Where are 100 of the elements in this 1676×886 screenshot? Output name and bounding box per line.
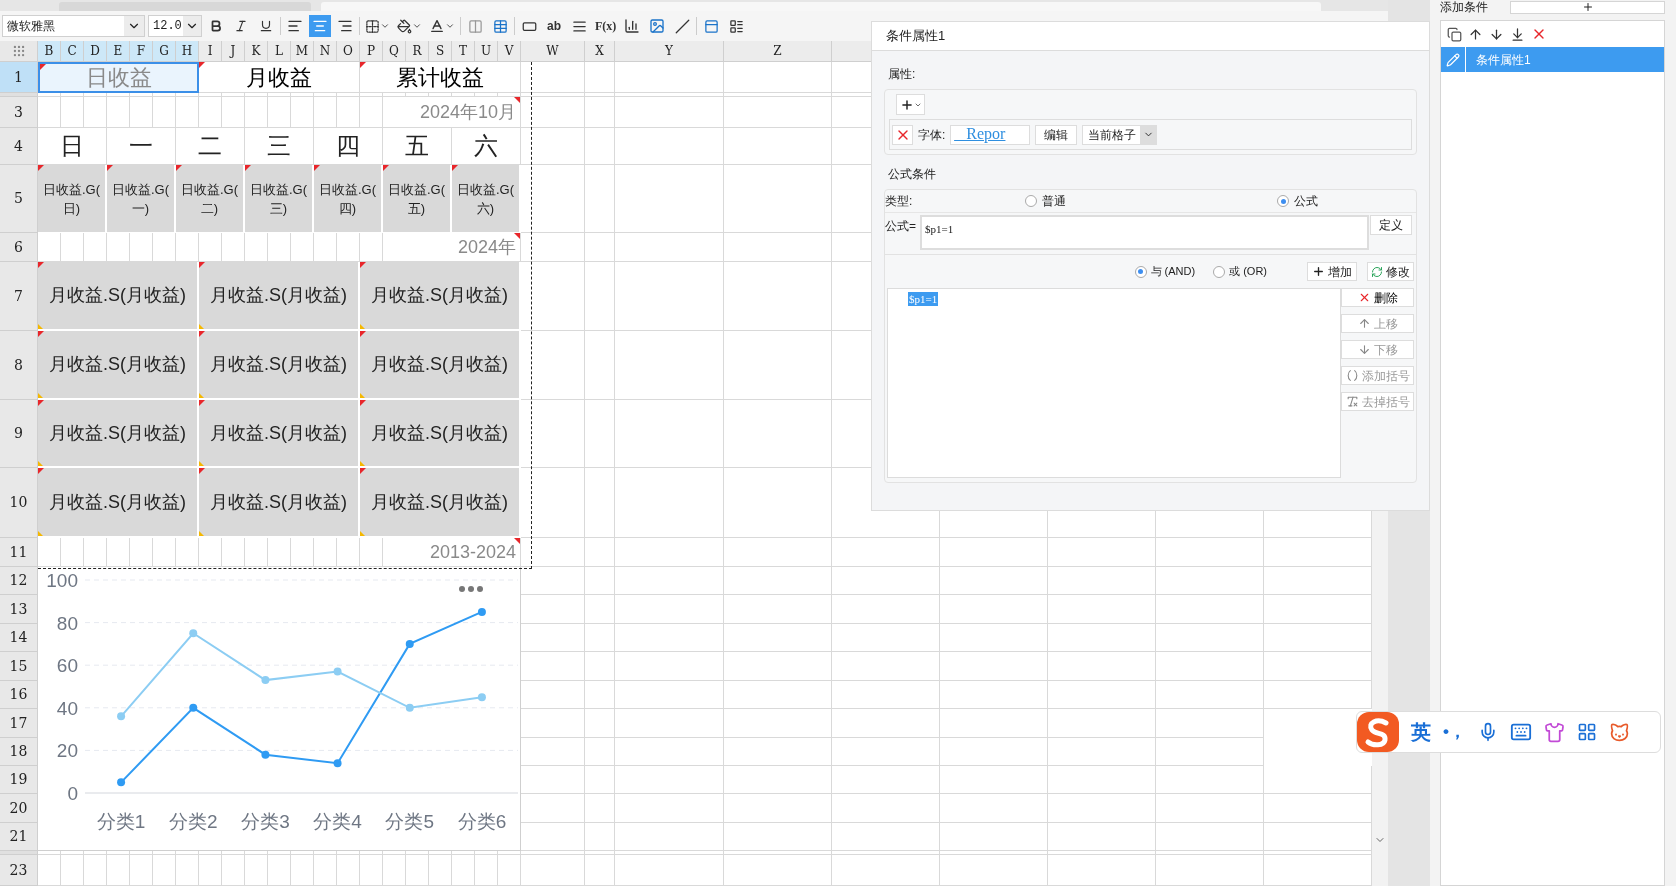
grid-cell[interactable] — [245, 855, 268, 886]
grid-cell[interactable] — [1264, 766, 1372, 794]
grid-cell[interactable] — [222, 233, 245, 262]
grid-cell[interactable] — [724, 595, 832, 624]
up-arrow-icon[interactable] — [1468, 26, 1483, 42]
grid-cell[interactable] — [585, 128, 615, 165]
grid-cell[interactable] — [615, 62, 724, 93]
grid-cell[interactable] — [61, 855, 84, 886]
grid-cell[interactable] — [521, 855, 585, 886]
modify-button[interactable]: 修改 — [1367, 262, 1414, 281]
grid-cell[interactable] — [585, 595, 615, 624]
column-header[interactable]: I — [199, 41, 222, 62]
grid-cell[interactable] — [38, 855, 61, 886]
grid-cell[interactable] — [291, 233, 314, 262]
font-size-select[interactable]: 12.0 — [148, 15, 202, 37]
row-header[interactable]: 9 — [0, 400, 38, 468]
grid-cell[interactable] — [153, 851, 176, 855]
grid-cell[interactable] — [724, 567, 832, 595]
grid-cell[interactable] — [585, 823, 615, 851]
row-header[interactable]: 6 — [0, 233, 38, 262]
grid-cell[interactable] — [724, 681, 832, 709]
grid-cell[interactable] — [314, 97, 337, 128]
grid-cell[interactable] — [38, 233, 61, 262]
grid-cell[interactable] — [199, 851, 222, 855]
grid-cell[interactable] — [724, 468, 832, 538]
grid-cell[interactable] — [360, 93, 383, 97]
row-header[interactable]: 8 — [0, 331, 38, 400]
row-header[interactable]: 21 — [0, 823, 38, 851]
grid-cell[interactable] — [268, 97, 291, 128]
grid-cell[interactable] — [153, 233, 176, 262]
grid-cell[interactable] — [724, 855, 832, 886]
grid-cell[interactable] — [832, 823, 940, 851]
grid-cell[interactable] — [521, 794, 585, 823]
copy-icon[interactable] — [1447, 26, 1462, 42]
grid-cell[interactable] — [360, 233, 383, 262]
grid-cell[interactable] — [406, 851, 429, 855]
grid-cell[interactable] — [1156, 766, 1264, 794]
grid-cell[interactable] — [475, 855, 498, 886]
row-header[interactable]: 14 — [0, 624, 38, 652]
grid-cell[interactable] — [615, 595, 724, 624]
grid-cell[interactable] — [521, 766, 585, 794]
grid-cell[interactable] — [429, 93, 452, 97]
row-header[interactable]: 11 — [0, 538, 38, 567]
formula-button[interactable]: F(x) — [593, 15, 619, 37]
grid-cell[interactable] — [521, 567, 585, 595]
text-tool-button[interactable]: ab — [543, 15, 565, 37]
grid-cell[interactable] — [61, 851, 84, 855]
grid-cell[interactable] — [940, 681, 1048, 709]
grid-cell[interactable] — [176, 93, 199, 97]
row-header[interactable]: 15 — [0, 652, 38, 681]
column-header[interactable]: J — [222, 41, 245, 62]
grid-cell[interactable] — [832, 538, 940, 567]
grid-cell[interactable] — [832, 567, 940, 595]
grid-cell[interactable] — [84, 855, 107, 886]
grid-cell[interactable] — [153, 93, 176, 97]
grid-cell[interactable] — [521, 538, 585, 567]
grid-cell[interactable] — [585, 400, 615, 468]
grid-cell[interactable] — [724, 400, 832, 468]
grid-cell[interactable] — [1048, 794, 1156, 823]
grid-cell[interactable] — [1156, 851, 1264, 855]
grid-cell[interactable] — [724, 823, 832, 851]
grid-cell[interactable] — [383, 93, 406, 97]
row-header[interactable]: 23 — [0, 855, 38, 886]
grid-cell[interactable] — [615, 823, 724, 851]
grid-cell[interactable] — [724, 262, 832, 331]
grid-cell[interactable] — [724, 794, 832, 823]
column-header[interactable]: H — [176, 41, 199, 62]
row-header[interactable]: 5 — [0, 165, 38, 233]
grid-cell[interactable] — [1264, 855, 1372, 886]
column-header[interactable]: Z — [724, 41, 832, 62]
grid-cell[interactable] — [1048, 652, 1156, 681]
grid-cell[interactable] — [475, 851, 498, 855]
grid-cell[interactable] — [615, 538, 724, 567]
grid-cell[interactable] — [475, 93, 498, 97]
column-header[interactable]: E — [107, 41, 130, 62]
grid-cell[interactable] — [360, 851, 383, 855]
grid-cell[interactable] — [199, 855, 222, 886]
grid-cell[interactable] — [585, 538, 615, 567]
grid-cell[interactable] — [429, 855, 452, 886]
formula-field[interactable]: $p1=1 — [920, 215, 1369, 250]
grid-cell[interactable] — [521, 738, 585, 766]
grid-cell[interactable] — [38, 93, 61, 97]
grid-cell[interactable] — [291, 851, 314, 855]
grid-cell[interactable] — [724, 766, 832, 794]
grid-cell[interactable] — [521, 400, 585, 468]
grid-cell[interactable] — [222, 93, 245, 97]
grid-cell[interactable] — [521, 851, 585, 855]
grid-cell[interactable] — [498, 855, 521, 886]
grid-cell[interactable] — [245, 233, 268, 262]
grid-cell[interactable] — [521, 233, 585, 262]
grid-cell[interactable] — [38, 851, 61, 855]
punctuation-toggle[interactable]: •， — [1443, 719, 1466, 745]
grid-cell[interactable] — [38, 538, 61, 567]
grid-cell[interactable] — [940, 794, 1048, 823]
grid-cell[interactable] — [153, 538, 176, 567]
grid-cell[interactable] — [521, 262, 585, 331]
grid-cell[interactable] — [245, 538, 268, 567]
grid-cell[interactable] — [585, 851, 615, 855]
row-header[interactable]: 18 — [0, 738, 38, 766]
grid-cell[interactable] — [585, 262, 615, 331]
